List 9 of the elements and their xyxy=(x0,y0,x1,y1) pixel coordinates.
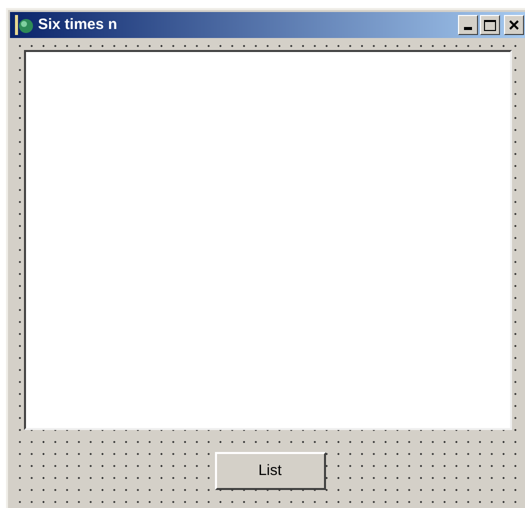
maximize-icon xyxy=(484,20,496,30)
window-title: Six times n xyxy=(38,14,118,35)
maximize-button[interactable] xyxy=(480,15,500,35)
list-button[interactable]: List xyxy=(214,452,326,490)
minimize-button[interactable] xyxy=(458,15,478,35)
close-button[interactable] xyxy=(504,15,524,35)
close-icon xyxy=(509,20,519,30)
minimize-icon xyxy=(464,27,472,30)
app-icon xyxy=(13,14,35,36)
